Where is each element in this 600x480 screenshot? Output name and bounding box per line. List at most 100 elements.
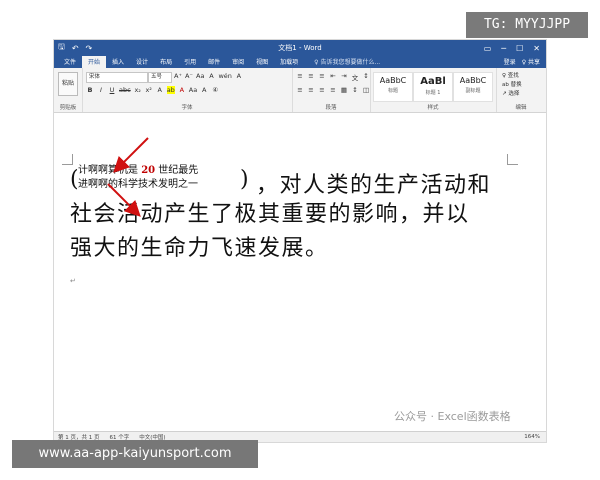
annotation-arrows (107, 137, 149, 217)
tab-references[interactable]: 引用 (178, 57, 202, 68)
justify-button[interactable]: ≡ (329, 86, 337, 94)
style-subtitle-name: 副标题 (465, 88, 481, 94)
increase-indent-button[interactable]: ⇥ (340, 72, 348, 82)
style-title[interactable]: AaBbC 标题 (373, 72, 413, 102)
find-button[interactable]: ♀ 查找 (502, 72, 522, 81)
enclose-char-button[interactable]: ④ (211, 86, 219, 94)
tab-home[interactable]: 开始 (82, 56, 107, 68)
tab-layout[interactable]: 布局 (154, 57, 178, 68)
telegram-badge: TG: MYYJJPP (466, 12, 588, 38)
style-title-sample: AaBbC (379, 76, 407, 85)
paste-button[interactable]: 粘贴 (58, 72, 78, 96)
decrease-indent-button[interactable]: ⇤ (329, 72, 337, 82)
multilevel-button[interactable]: ≡ (318, 72, 326, 82)
line-1-rest: ，对人类的生产活动和 (256, 173, 492, 198)
document-area[interactable]: ( 计啊啊算机是 20 世纪最先 进啊啊的科学技术发明之一 ) ，对人类的生产活… (54, 118, 546, 432)
zoom-level[interactable]: 164% (524, 434, 546, 440)
ribbon-tabs: 文件 开始 插入 设计 布局 引用 邮件 审阅 视图 加载项 ♀ 告诉我您想要做… (54, 56, 546, 68)
phonetic-guide-button[interactable]: wén (218, 72, 231, 80)
tell-me-search[interactable]: ♀ 告诉我您想要做什么... (314, 57, 380, 68)
signin-link[interactable]: 登录 (504, 57, 516, 66)
clipboard-group: 粘贴 剪贴板 (54, 68, 83, 112)
document-body[interactable]: ( 计啊啊算机是 20 世纪最先 进啊啊的科学技术发明之一 ) ，对人类的生产活… (70, 164, 510, 266)
tab-file[interactable]: 文件 (58, 57, 82, 68)
align-right-button[interactable]: ≡ (318, 86, 326, 94)
shrink-font-button[interactable]: A⁻ (185, 72, 193, 80)
line-spacing-button[interactable]: ↕ (351, 86, 359, 94)
share-button[interactable]: ♀ 共享 (522, 57, 540, 66)
title-bar: 🖫 ↶ ↷ 文档1 - Word ▭ ─ ☐ ✕ (54, 40, 546, 56)
chinese-layout-button[interactable]: 文 (351, 72, 359, 82)
strikethrough-button[interactable]: abc (119, 86, 131, 94)
style-heading1-name: 标题 1 (425, 90, 441, 96)
replace-button[interactable]: ab 替换 (502, 81, 522, 90)
combined-characters: 计啊啊算机是 20 世纪最先 进啊啊的科学技术发明之一 (78, 164, 198, 192)
window-title: 文档1 - Word (278, 44, 322, 52)
document-line-3: 强大的生命力飞速发展。 (70, 236, 329, 261)
document-line-1: ( 计啊啊算机是 20 世纪最先 进啊啊的科学技术发明之一 ) ，对人类的生产活… (70, 164, 510, 198)
tab-design[interactable]: 设计 (130, 57, 154, 68)
change-case-button[interactable]: Aa (196, 72, 204, 80)
highlight-button[interactable]: ab (166, 86, 175, 94)
word-window: 🖫 ↶ ↷ 文档1 - Word ▭ ─ ☐ ✕ 文件 开始 插入 设计 布局 … (54, 40, 546, 442)
tab-review[interactable]: 审阅 (226, 57, 250, 68)
distributed-button[interactable]: ▦ (340, 86, 348, 94)
tab-addins[interactable]: 加载项 (274, 57, 304, 68)
font-row1: A⁺ A⁻ Aa A wén A (174, 72, 243, 80)
styles-group: AaBbC 标题 AaBl 标题 1 AaBbC 副标题 样式 (370, 68, 497, 112)
font-group: 宋体 五号 A⁺ A⁻ Aa A wén A B I U abc x₂ x² A… (82, 68, 293, 112)
style-heading1[interactable]: AaBl 标题 1 (413, 72, 453, 102)
combined-text-a: 计啊啊算机是 (78, 165, 142, 176)
font-color-button[interactable]: A (178, 86, 186, 94)
highlight-number: 20 (141, 165, 156, 176)
account-area: 登录 ♀ 共享 (504, 57, 546, 68)
para-row2: ≡ ≡ ≡ ≡ ▦ ↕ ◫ ▦ (296, 86, 381, 94)
italic-button[interactable]: I (97, 86, 105, 94)
style-title-name: 标题 (387, 88, 398, 94)
numbering-button[interactable]: ≡ (307, 72, 315, 82)
bold-button[interactable]: B (86, 86, 94, 94)
ribbon: 粘贴 剪贴板 宋体 五号 A⁺ A⁻ Aa A wén A B I U abc … (54, 68, 546, 113)
char-border-button[interactable]: A (235, 72, 243, 80)
font-row2: B I U abc x₂ x² A ab A Aa A ④ (86, 86, 219, 94)
superscript-button[interactable]: x² (145, 86, 153, 94)
font-size-select[interactable]: 五号 (148, 72, 172, 83)
grow-font-button[interactable]: A⁺ (174, 72, 182, 80)
watermark: 公众号 · Excel函数表格 (394, 410, 511, 423)
underline-button[interactable]: U (108, 86, 116, 94)
screenshot-canvas: TG: MYYJJPP 🖫 ↶ ↷ 文档1 - Word ▭ ─ ☐ ✕ 文件 … (0, 0, 600, 480)
close-parenthesis: ) (240, 167, 249, 192)
align-left-button[interactable]: ≡ (296, 86, 304, 94)
para-row1: ≡ ≡ ≡ ⇤ ⇥ 文 ↕ ¶ (296, 72, 381, 82)
paragraph-label: 段落 (325, 105, 337, 111)
sort-button[interactable]: ↕ (362, 72, 370, 82)
editing-label: 编辑 (515, 105, 527, 111)
style-heading1-sample: AaBl (420, 76, 446, 87)
combined-line-2: 进啊啊的科学技术发明之一 (78, 179, 198, 190)
shading-button[interactable]: ◫ (362, 86, 370, 94)
clear-format-button[interactable]: A (207, 72, 215, 80)
paragraph-group: ≡ ≡ ≡ ⇤ ⇥ 文 ↕ ¶ ≡ ≡ ≡ ≡ ▦ ↕ ◫ ▦ (292, 68, 380, 112)
text-effects-button[interactable]: A (156, 86, 164, 94)
document-line-2: 社会活动产生了极其重要的影响，并以 (70, 202, 470, 227)
select-button[interactable]: ↗ 选择 (502, 90, 522, 99)
char-scale-button[interactable]: A (200, 86, 208, 94)
subscript-button[interactable]: x₂ (134, 86, 142, 94)
styles-label: 样式 (427, 105, 439, 111)
combined-line-1: 计啊啊算机是 20 世纪最先 (78, 164, 198, 178)
style-subtitle[interactable]: AaBbC 副标题 (453, 72, 493, 102)
bullets-button[interactable]: ≡ (296, 72, 304, 82)
paragraph-mark: ↵ (70, 277, 76, 285)
char-shading-button[interactable]: Aa (189, 86, 197, 94)
editing-group: ♀ 查找 ab 替换 ↗ 选择 编辑 (496, 68, 546, 112)
align-center-button[interactable]: ≡ (307, 86, 315, 94)
font-name-select[interactable]: 宋体 (86, 72, 148, 83)
tab-insert[interactable]: 插入 (106, 57, 130, 68)
style-subtitle-sample: AaBbC (459, 76, 487, 85)
tab-view[interactable]: 视图 (250, 57, 274, 68)
editing-list: ♀ 查找 ab 替换 ↗ 选择 (502, 72, 522, 99)
combined-text-b: 世纪最先 (155, 165, 199, 176)
tab-mailings[interactable]: 邮件 (202, 57, 226, 68)
footer-url: www.aa-app-kaiyunsport.com (12, 440, 258, 468)
font-label: 字体 (181, 105, 193, 111)
